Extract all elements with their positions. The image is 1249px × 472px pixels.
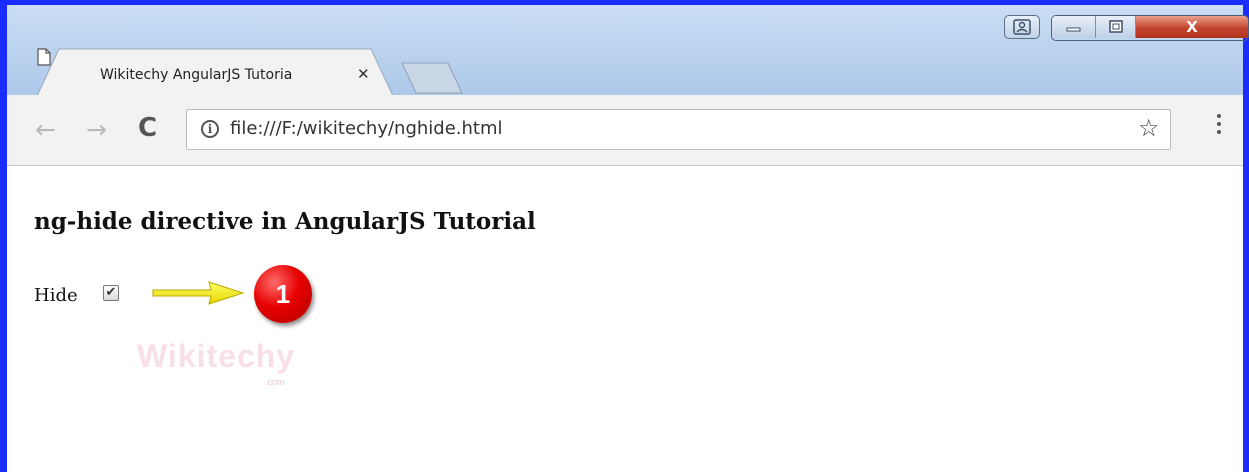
menu-icon[interactable] xyxy=(1214,113,1224,137)
user-icon xyxy=(1013,19,1031,35)
maximize-icon xyxy=(1108,20,1123,33)
address-bar[interactable]: i file:///F:/wikitechy/nghide.html ☆ xyxy=(186,109,1171,150)
browser-toolbar: ← → C i file:///F:/wikitechy/nghide.html… xyxy=(7,95,1243,166)
watermark-logo: Wikitechy xyxy=(137,338,296,374)
window-controls: X xyxy=(1051,15,1249,41)
new-tab-button[interactable] xyxy=(400,61,464,95)
reload-icon[interactable]: C xyxy=(138,113,157,143)
tab-close-icon[interactable]: ✕ xyxy=(357,65,370,83)
bookmark-star-icon[interactable]: ☆ xyxy=(1138,114,1160,142)
tab-title: Wikitechy AngularJS Tutoria xyxy=(100,67,293,83)
user-profile-button[interactable] xyxy=(1004,15,1040,39)
page-heading: ng-hide directive in AngularJS Tutorial xyxy=(34,208,536,235)
close-window-button[interactable]: X xyxy=(1136,16,1248,38)
back-arrow-icon[interactable]: ← xyxy=(35,115,56,144)
minimize-icon xyxy=(1066,27,1080,32)
url-text[interactable]: file:///F:/wikitechy/nghide.html xyxy=(230,118,503,139)
minimize-button[interactable] xyxy=(1052,16,1096,38)
hide-checkbox-label: Hide xyxy=(34,285,78,306)
forward-arrow-icon[interactable]: → xyxy=(86,115,107,144)
yellow-arrow-icon xyxy=(152,281,245,305)
document-icon xyxy=(37,48,51,66)
maximize-button[interactable] xyxy=(1096,16,1136,38)
hide-checkbox[interactable]: ✔ xyxy=(103,285,119,301)
title-bar: X Wikitechy AngularJS Tutoria ✕ xyxy=(7,5,1249,96)
browser-window: X Wikitechy AngularJS Tutoria ✕ ← → C i … xyxy=(0,0,1249,472)
kebab-dots xyxy=(1217,114,1221,134)
callout-number-badge: 1 xyxy=(254,265,312,323)
close-icon: X xyxy=(1186,18,1198,36)
watermark-domain: .com xyxy=(265,377,285,387)
tab-wikitechy[interactable]: Wikitechy AngularJS Tutoria ✕ xyxy=(37,48,393,96)
info-icon[interactable]: i xyxy=(201,120,219,138)
